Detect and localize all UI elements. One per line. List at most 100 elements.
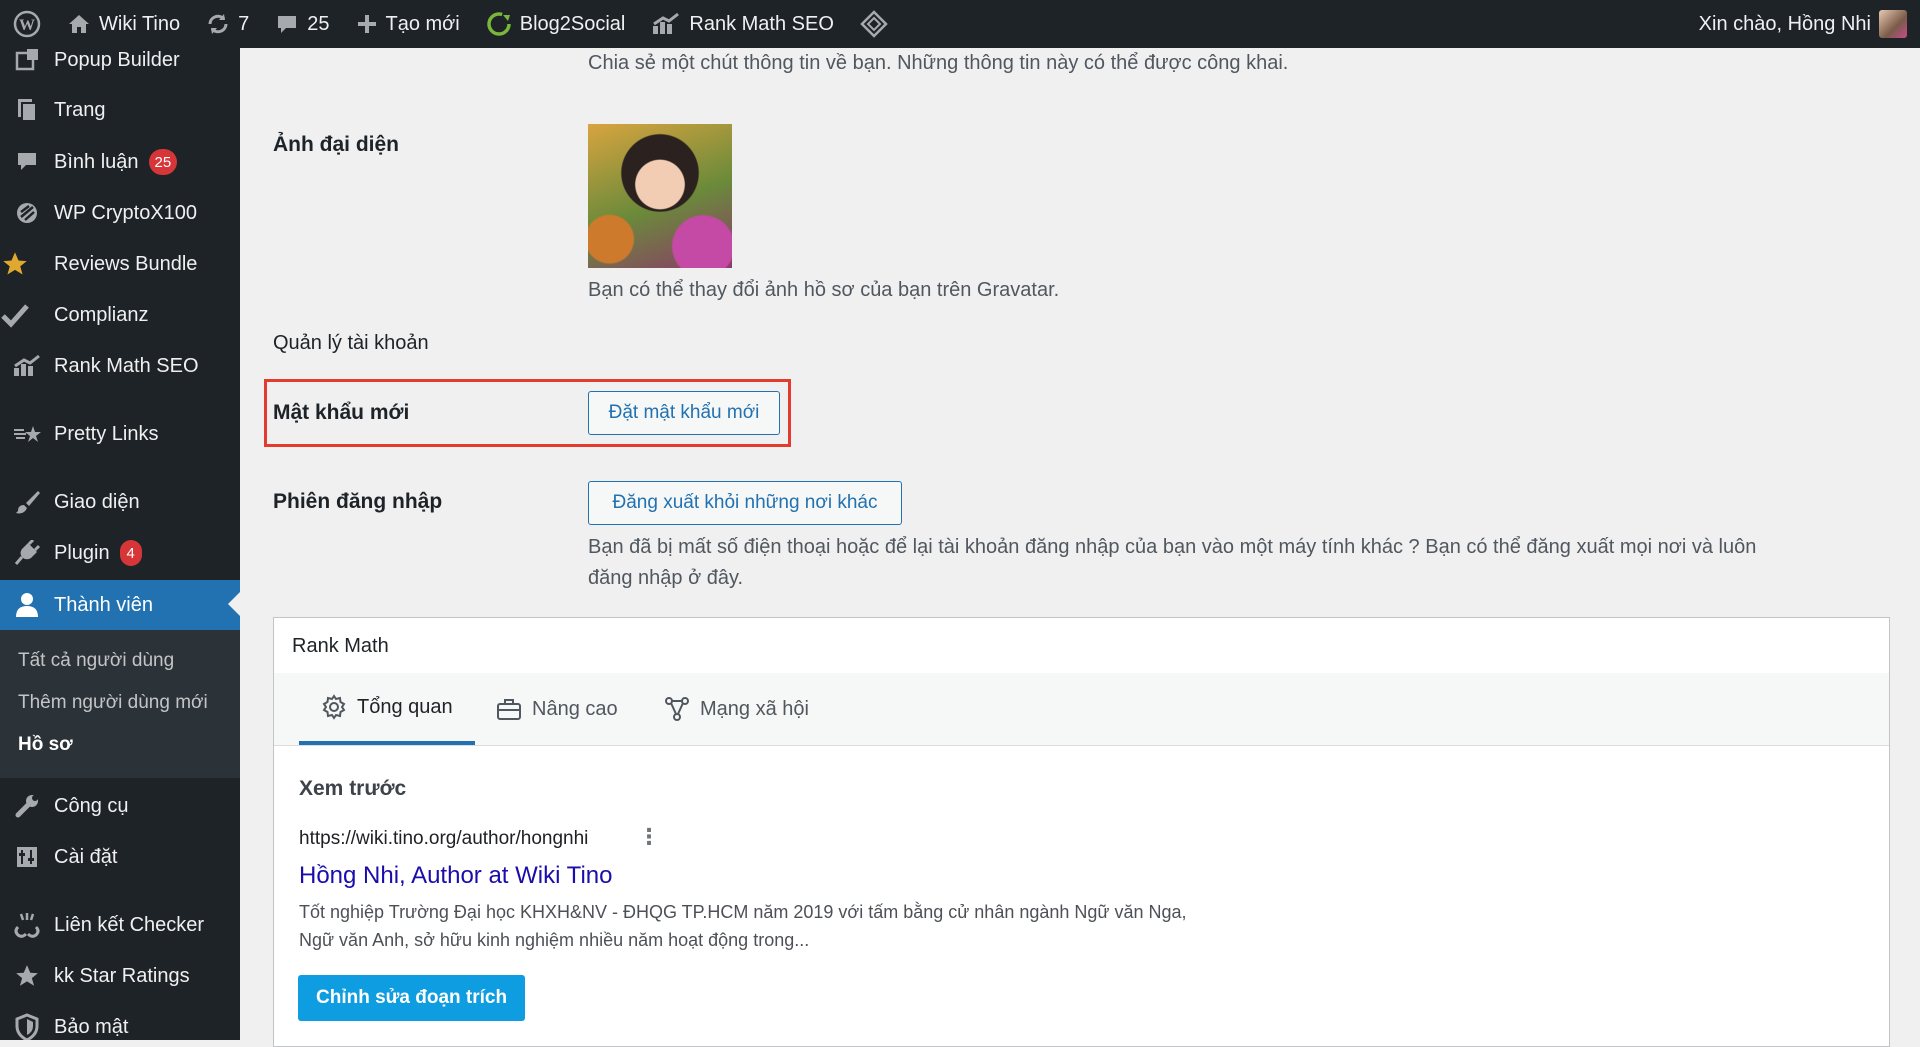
plus-icon	[356, 13, 378, 35]
rankmath-metabox-header: Rank Math	[274, 618, 1889, 674]
sidebar-item-comments[interactable]: Bình luận 25	[0, 138, 240, 186]
users-submenu: Tất cả người dùng Thêm người dùng mới Hồ…	[0, 630, 240, 778]
sidebar-item-reviews-bundle[interactable]: Reviews Bundle	[0, 240, 240, 288]
sidebar-item-link-checker[interactable]: Liên kết Checker	[0, 901, 240, 949]
sessions-label: Phiên đăng nhập	[273, 490, 443, 513]
avatar-label: Ảnh đại diện	[273, 133, 399, 156]
rankmath-metabox-title: Rank Math	[292, 635, 389, 657]
sidebar-item-kk-star-ratings[interactable]: kk Star Ratings	[0, 952, 240, 1000]
sidebar-item-label: Giao diện	[54, 490, 140, 513]
comment-icon	[12, 147, 42, 177]
updates-count: 7	[238, 12, 250, 35]
comments-count: 25	[307, 12, 330, 35]
crypto-icon	[12, 198, 42, 228]
plugin-icon	[12, 538, 42, 568]
share-nodes-icon	[665, 697, 689, 721]
blog2social-label: Blog2Social	[519, 12, 626, 35]
sidebar-item-label: Công cụ	[54, 794, 129, 817]
new-password-label: Mật khẩu mới	[273, 401, 410, 424]
sidebar-item-label: Pretty Links	[54, 422, 159, 445]
serp-title[interactable]: Hồng Nhi, Author at Wiki Tino	[299, 862, 612, 890]
submenu-profile[interactable]: Hồ sơ	[18, 734, 73, 756]
tab-general[interactable]: Tổng quan	[299, 673, 475, 745]
sidebar-item-appearance[interactable]: Giao diện	[0, 478, 240, 526]
avatar-description: Bạn có thể thay đổi ảnh hồ sơ của bạn tr…	[588, 279, 1060, 301]
sidebar-item-label: Rank Math SEO	[54, 354, 199, 377]
brush-icon	[12, 487, 42, 517]
site-name: Wiki Tino	[99, 12, 181, 35]
tab-social[interactable]: Mạng xã hội	[664, 673, 844, 745]
sidebar-item-label: Complianz	[54, 303, 149, 326]
refresh-icon	[206, 12, 230, 36]
sessions-description-line-1: Bạn đã bị mất số điện thoại hoặc để lại …	[588, 536, 1757, 558]
sidebar-item-rank-math-seo[interactable]: Rank Math SEO	[0, 342, 240, 390]
wordpress-logo-button[interactable]: W	[0, 0, 54, 48]
kebab-menu-icon[interactable]: ⋮	[638, 824, 660, 850]
blog2social-link[interactable]: Blog2Social	[473, 0, 639, 48]
sidebar-item-label: kk Star Ratings	[54, 964, 190, 987]
sidebar-item-popup-builder[interactable]: Popup Builder	[0, 48, 240, 84]
link-checker-icon	[12, 910, 42, 940]
comments-link[interactable]: 25	[262, 0, 342, 48]
diamond-menu-button[interactable]	[847, 0, 901, 48]
gear-icon	[322, 694, 346, 720]
home-icon	[67, 12, 91, 36]
wrench-icon	[12, 791, 42, 821]
svg-text:W: W	[19, 17, 35, 34]
rankmath-tabs: Tổng quan Nâng cao Mạng xã hội	[274, 673, 1889, 746]
rankmath-adminbar-link[interactable]: Rank Math SEO	[638, 0, 847, 48]
sidebar-item-plugins[interactable]: Plugin 4	[0, 529, 240, 577]
preview-heading: Xem trước	[299, 777, 407, 800]
updates-link[interactable]: 7	[193, 0, 262, 48]
sidebar-item-settings[interactable]: Cài đặt	[0, 833, 240, 881]
sidebar-item-complianz[interactable]: Complianz	[0, 291, 240, 339]
popup-icon	[12, 48, 42, 75]
submenu-add-new-user[interactable]: Thêm người dùng mới	[18, 692, 208, 714]
sidebar-item-label: Reviews Bundle	[54, 252, 198, 275]
wordpress-icon: W	[13, 10, 41, 38]
comment-bubble-icon	[275, 12, 299, 36]
admin-sidebar: Popup Builder Trang Bình luận 25 WP Cryp…	[0, 48, 240, 1040]
settings-icon	[12, 842, 42, 872]
sidebar-item-tools[interactable]: Công cụ	[0, 782, 240, 830]
sidebar-item-label: Liên kết Checker	[54, 913, 205, 936]
sidebar-item-label: Bình luận	[54, 150, 139, 173]
user-avatar-small	[1879, 10, 1907, 38]
sidebar-item-pretty-links[interactable]: Pretty Links	[0, 410, 240, 458]
new-content-link[interactable]: Tạo mới	[343, 0, 473, 48]
rankmath-chart-icon	[651, 12, 681, 36]
tab-label: Nâng cao	[532, 697, 618, 720]
briefcase-icon	[497, 699, 521, 720]
sidebar-item-label: Popup Builder	[54, 48, 180, 71]
bio-description: Chia sẻ một chút thông tin về bạn. Những…	[588, 52, 1289, 74]
profile-avatar-image	[588, 124, 732, 268]
sidebar-item-label: WP CryptoX100	[54, 201, 198, 224]
tab-label: Mạng xã hội	[700, 697, 809, 720]
my-account-link[interactable]: Xin chào, Hồng Nhi	[1686, 0, 1920, 48]
sidebar-item-wp-cryptox100[interactable]: WP CryptoX100	[0, 189, 240, 237]
diamond-icon	[860, 10, 888, 38]
sidebar-item-label: Bảo mật	[54, 1015, 129, 1038]
set-new-password-button[interactable]: Đặt mật khẩu mới	[588, 391, 780, 435]
sidebar-item-label: Plugin	[54, 541, 110, 564]
comments-badge: 25	[148, 149, 178, 175]
site-name-link[interactable]: Wiki Tino	[54, 0, 193, 48]
star-icon	[0, 249, 30, 279]
logout-everywhere-else-button[interactable]: Đăng xuất khỏi những nơi khác	[588, 481, 902, 525]
sidebar-item-label: Trang	[54, 98, 106, 121]
serp-url: https://wiki.tino.org/author/hongnhi	[299, 828, 589, 849]
rankmath-adminbar-label: Rank Math SEO	[689, 12, 834, 35]
check-icon	[0, 300, 30, 330]
new-content-label: Tạo mới	[385, 12, 460, 35]
sidebar-item-security[interactable]: Bảo mật	[0, 1003, 240, 1040]
account-management-heading: Quản lý tài khoản	[273, 332, 429, 354]
chart-icon	[12, 351, 42, 381]
submenu-all-users[interactable]: Tất cả người dùng	[18, 650, 174, 672]
sidebar-item-pages[interactable]: Trang	[0, 86, 240, 134]
admin-bar: W Wiki Tino 7 25 Tạo mới Blog2Social Ran…	[0, 0, 1920, 48]
sidebar-item-users[interactable]: Thành viên	[0, 580, 240, 630]
edit-snippet-button[interactable]: Chỉnh sửa đoạn trích	[298, 975, 526, 1021]
sidebar-item-label: Cài đặt	[54, 845, 118, 868]
sessions-description-line-2: đăng nhập ở đây.	[588, 567, 744, 589]
tab-advanced[interactable]: Nâng cao	[496, 673, 656, 745]
